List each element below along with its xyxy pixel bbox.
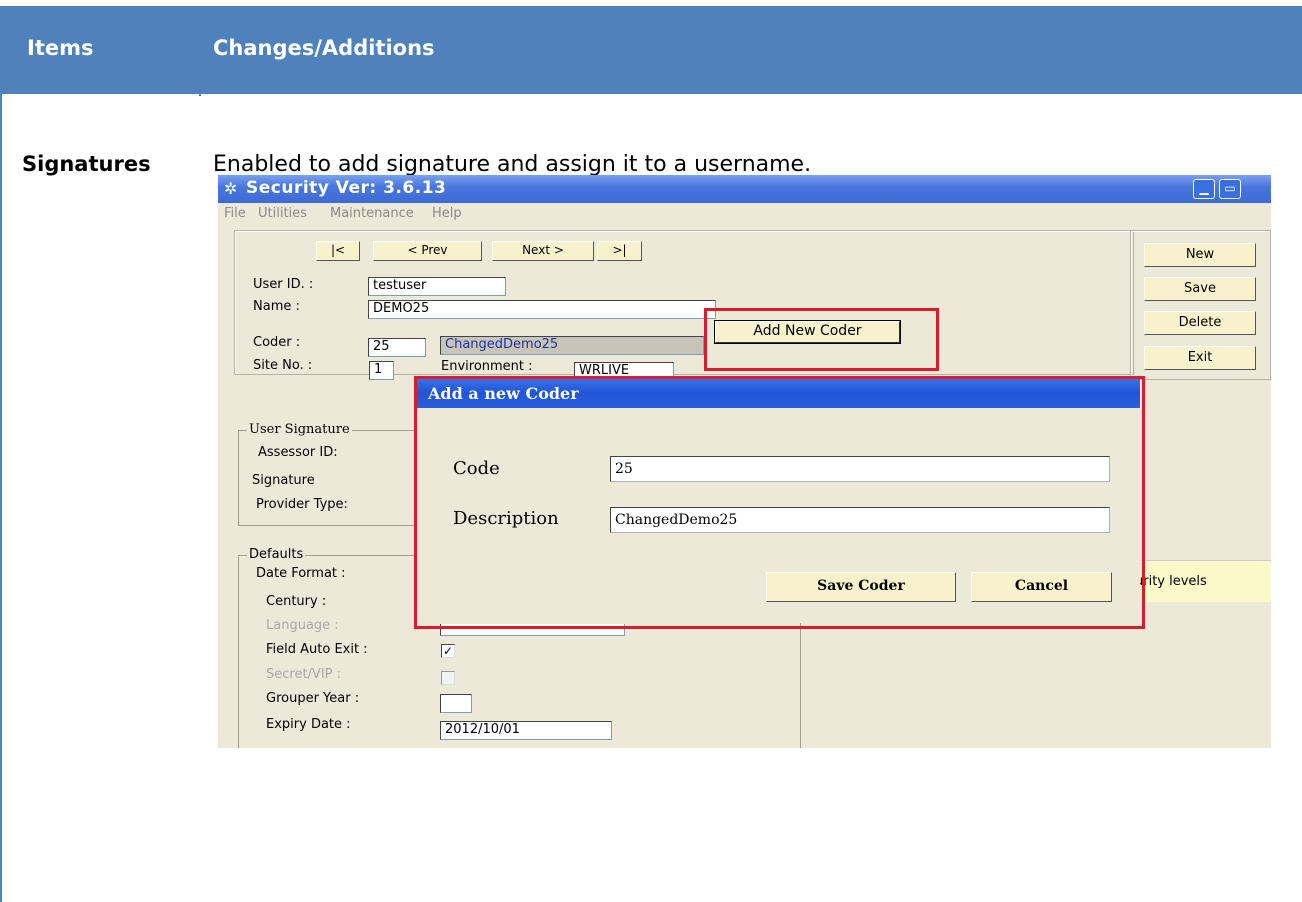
signature-label: Signature xyxy=(252,473,315,488)
app-icon: ✲ xyxy=(224,179,238,198)
new-button[interactable]: New xyxy=(1144,243,1256,267)
coder-label: Coder : xyxy=(253,335,301,350)
date-format-label: Date Format : xyxy=(256,566,346,581)
assessor-id-label: Assessor ID: xyxy=(258,445,338,460)
next-record-button[interactable]: Next > xyxy=(492,241,594,261)
table-header: Items Changes/Additions xyxy=(0,6,1302,94)
minimize-icon[interactable]: ▁ xyxy=(1193,179,1215,199)
defaults-title: Defaults xyxy=(247,547,306,562)
site-no-field[interactable]: 1 xyxy=(369,361,394,380)
last-record-button[interactable]: >| xyxy=(597,241,642,261)
highlight-dialog xyxy=(414,376,1145,629)
user-signature-title: User Signature xyxy=(247,422,352,437)
highlight-add-coder xyxy=(704,308,939,371)
save-button[interactable]: Save xyxy=(1144,277,1256,301)
expiry-date-field[interactable]: 2012/10/01 xyxy=(440,721,612,740)
expiry-date-label: Expiry Date : xyxy=(266,717,351,732)
security-app-screenshot: ✲ Security Ver: 3.6.13 ▁ ▭ File Utilitie… xyxy=(218,175,1271,748)
secret-vip-checkbox[interactable] xyxy=(441,671,455,685)
delete-button[interactable]: Delete xyxy=(1144,311,1256,335)
menu-utilities[interactable]: Utilities xyxy=(258,206,307,221)
maximize-icon[interactable]: ▭ xyxy=(1219,179,1241,199)
menu-help[interactable]: Help xyxy=(432,206,462,221)
field-auto-exit-label: Field Auto Exit : xyxy=(266,642,368,657)
coder-code-field[interactable]: 25 xyxy=(368,338,426,357)
grouper-year-label: Grouper Year : xyxy=(266,691,360,706)
user-id-field[interactable]: testuser xyxy=(368,277,506,296)
window-titlebar[interactable]: ✲ Security Ver: 3.6.13 ▁ ▭ xyxy=(218,175,1271,203)
security-levels-text: urity levels xyxy=(1135,574,1207,589)
environment-label: Environment : xyxy=(441,359,533,374)
menu-maintenance[interactable]: Maintenance xyxy=(330,206,414,221)
window-title: Security Ver: 3.6.13 xyxy=(246,178,447,198)
row-description: Enabled to add signature and assign it t… xyxy=(213,152,812,177)
name-label: Name : xyxy=(253,299,300,314)
exit-button[interactable]: Exit xyxy=(1144,346,1256,370)
first-record-button[interactable]: |< xyxy=(316,241,360,261)
provider-type-label: Provider Type: xyxy=(256,497,348,512)
coder-description-field: ChangedDemo25 xyxy=(440,336,704,355)
secret-vip-label: Secret/VIP : xyxy=(266,667,342,682)
header-items: Items xyxy=(27,36,94,60)
security-levels-strip: urity levels xyxy=(1135,560,1271,602)
column-divider xyxy=(199,94,201,96)
language-label: Language : xyxy=(266,618,339,633)
row-label-signatures: Signatures xyxy=(22,152,151,176)
header-changes: Changes/Additions xyxy=(213,36,435,60)
menu-file[interactable]: File xyxy=(224,206,246,221)
century-label: Century : xyxy=(266,594,327,609)
name-field[interactable]: DEMO25 xyxy=(368,300,716,319)
table-left-border xyxy=(0,94,2,902)
user-id-label: User ID. : xyxy=(253,277,314,292)
prev-record-button[interactable]: < Prev xyxy=(373,241,482,261)
site-no-label: Site No. : xyxy=(253,358,313,373)
grouper-year-field[interactable] xyxy=(440,694,472,713)
menu-bar: File Utilities Maintenance Help xyxy=(218,203,1271,225)
field-auto-exit-checkbox[interactable]: ✓ xyxy=(441,644,455,658)
